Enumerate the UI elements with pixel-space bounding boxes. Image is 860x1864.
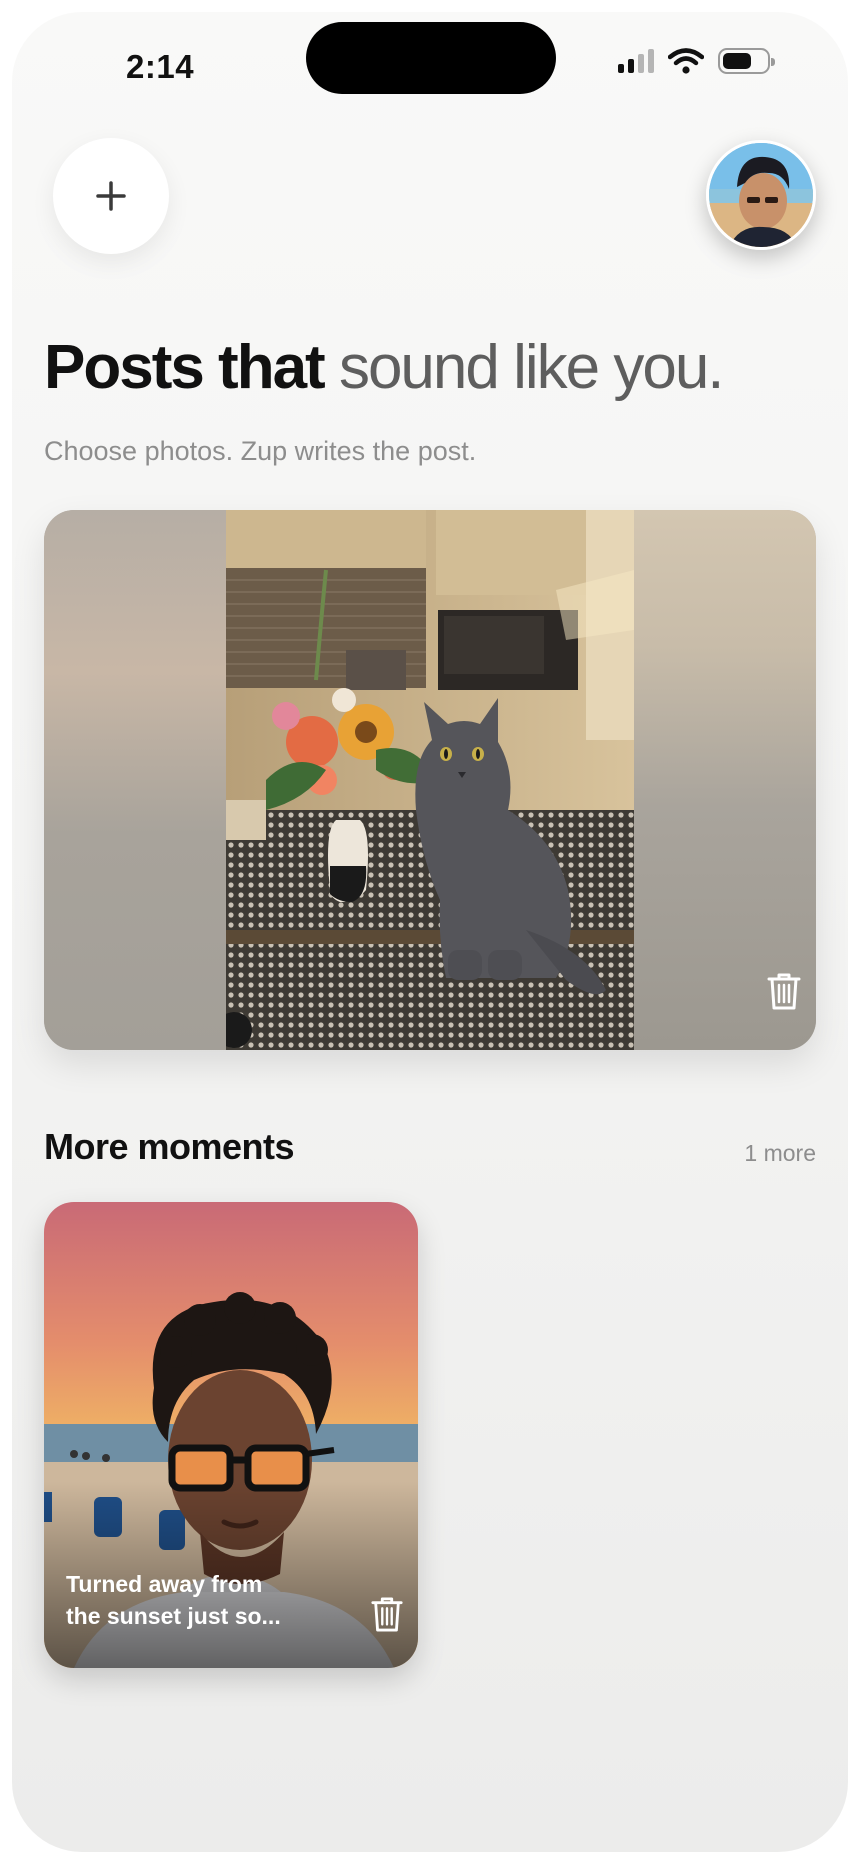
caption-line-1: Turned away from — [66, 1571, 263, 1597]
delete-featured-photo-button[interactable] — [766, 971, 802, 1016]
app-screen: 2:14 Posts that sound like you. Choose p… — [12, 12, 848, 1852]
featured-photo-card[interactable] — [44, 510, 816, 1050]
page-title: Posts that sound like you. — [44, 332, 725, 403]
blurred-backdrop-left — [44, 510, 226, 1050]
cat-photo-image — [226, 510, 634, 1050]
profile-avatar[interactable] — [706, 140, 816, 250]
moment-card[interactable]: Turned away from the sunset just so... — [44, 1202, 418, 1668]
cellular-signal-icon — [618, 49, 654, 73]
dynamic-island — [306, 22, 556, 94]
blurred-backdrop-right — [634, 510, 816, 1050]
title-primary: Posts that — [44, 333, 339, 402]
add-photos-button[interactable] — [53, 138, 169, 254]
status-time: 2:14 — [126, 48, 195, 85]
wifi-icon — [668, 48, 704, 74]
more-moments-count[interactable]: 1 more — [744, 1140, 816, 1167]
trash-icon — [371, 1597, 403, 1632]
delete-moment-button[interactable] — [370, 1595, 404, 1638]
title-accent: sound like you. — [338, 333, 725, 402]
page-subtitle: Choose photos. Zup writes the post. — [44, 436, 477, 466]
featured-photo — [226, 510, 634, 1050]
caption-line-2: the sunset just so... — [66, 1603, 281, 1629]
moment-caption: Turned away from the sunset just so... — [66, 1568, 336, 1632]
battery-icon — [718, 48, 775, 74]
plus-icon — [96, 181, 126, 211]
section-title-more-moments: More moments — [44, 1126, 295, 1167]
avatar-image — [709, 143, 813, 247]
status-icons — [618, 46, 775, 76]
trash-icon — [767, 973, 801, 1010]
